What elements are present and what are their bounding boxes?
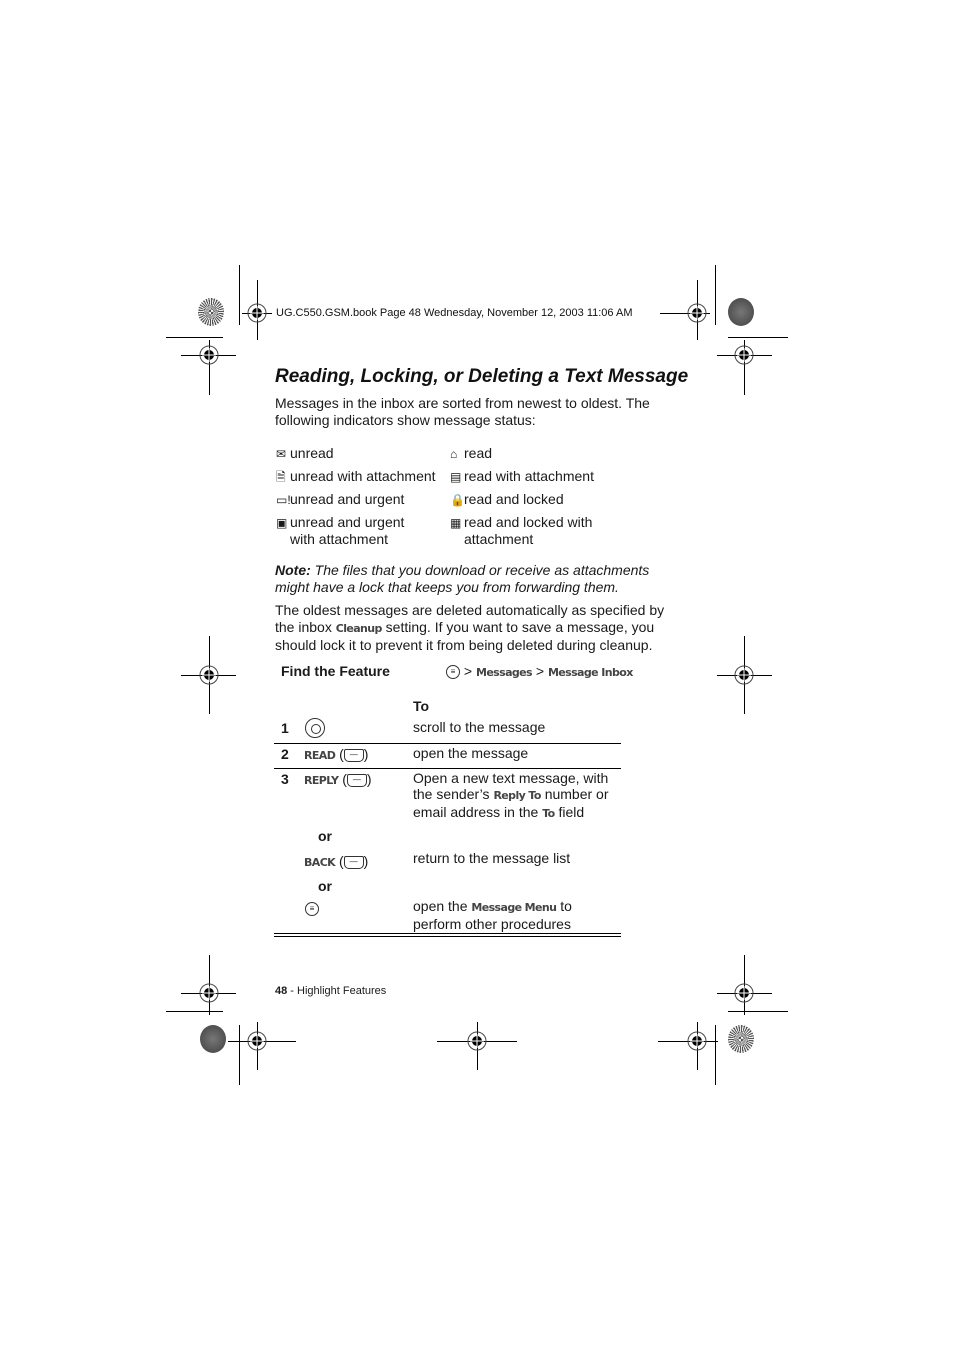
indicator-label: unread and urgent with attachment — [290, 514, 405, 547]
envelope-open-icon: ⌂ — [450, 447, 458, 461]
registration-mark-icon — [199, 665, 219, 685]
table-bottom-rule — [274, 933, 621, 934]
cleanup-keyword: Cleanup — [335, 621, 383, 635]
registration-mark-icon — [687, 303, 707, 323]
indicator-item: ✉ unread — [276, 445, 334, 463]
crop-line — [166, 337, 223, 338]
indicator-item: ▭!unread and urgent — [276, 491, 404, 509]
menu-key-icon: ≡ — [305, 902, 319, 917]
or-separator: or — [318, 878, 332, 894]
envelope-urgent-icon: ▭! — [276, 493, 291, 507]
indicator-item: 🗎 unread with attachment — [276, 468, 436, 486]
table-key: ≡ — [305, 900, 319, 917]
registration-mark-icon — [199, 983, 219, 1003]
column-header-to: To — [413, 698, 430, 714]
calibration-disc-icon — [728, 298, 754, 326]
step-action: scroll to the message — [413, 719, 546, 735]
registration-mark-icon — [199, 345, 219, 365]
softkey-icon: — — [343, 748, 364, 762]
menu-key-icon: ≡ — [446, 665, 460, 680]
read-key-label: READ — [304, 749, 336, 762]
indicator-label: unread — [290, 445, 334, 461]
to-keyword: To — [542, 807, 555, 820]
cleanup-paragraph: The oldest messages are deleted automati… — [275, 602, 670, 654]
indicator-label: read and locked with attachment — [464, 514, 593, 547]
indicator-label: read — [464, 445, 493, 461]
indicator-label: read with attachment — [464, 468, 594, 484]
message-menu-keyword: Message Menu — [471, 901, 557, 914]
page-footer: 48 - Highlight Features — [275, 985, 386, 997]
indicator-label: read and locked — [464, 491, 564, 507]
section-title: Reading, Locking, or Deleting a Text Mes… — [275, 366, 689, 387]
softkey-icon: — — [343, 855, 364, 869]
book-header: UG.C550.GSM.book Page 48 Wednesday, Nove… — [276, 307, 633, 319]
indicator-item: ▤ read with attachment — [450, 468, 594, 486]
step-action: Open a new text message, with the sender… — [413, 770, 613, 822]
footer-section: - Highlight Features — [287, 985, 387, 997]
indicator-item: ⌂ read — [450, 445, 492, 463]
indicator-item: ▣ unread and urgent with attachment — [276, 514, 430, 547]
action-text: field — [554, 804, 585, 820]
table-key: REPLY (—) — [304, 771, 372, 787]
envelope-closed-icon: ✉ — [276, 447, 287, 461]
step-number: 1 — [281, 720, 289, 736]
registration-mark-icon — [247, 1031, 267, 1051]
crop-line — [728, 1011, 788, 1012]
softkey-icon: — — [346, 773, 367, 787]
lock-icon: 🔒 — [450, 493, 465, 507]
page-number: 48 — [275, 985, 288, 997]
or-separator: or — [318, 828, 332, 844]
registration-mark-icon — [687, 1031, 707, 1051]
path-item-messages: Messages — [475, 666, 533, 679]
indicator-label: unread and urgent — [290, 491, 405, 507]
table-key: BACK (—) — [304, 853, 369, 869]
table-key: READ (—) — [304, 746, 369, 762]
envelope-urgent-attachment-icon: ▣ — [276, 516, 288, 530]
calibration-disc-icon — [728, 1025, 754, 1053]
find-feature-label: Find the Feature — [281, 663, 390, 679]
crop-line — [239, 265, 240, 325]
crop-line — [728, 337, 788, 338]
reply-to-keyword: Reply To — [493, 789, 541, 802]
row-divider — [274, 743, 621, 744]
crop-line — [715, 1025, 716, 1085]
note-text: The files that you download or receive a… — [275, 562, 650, 595]
intro-paragraph: Messages in the inbox are sorted from ne… — [275, 395, 650, 428]
indicator-item: 🔒read and locked — [450, 491, 564, 509]
indicator-item: ▦ read and locked with attachment — [450, 514, 594, 547]
envelope-attachment-icon: 🗎 — [276, 470, 286, 484]
crop-line — [166, 1011, 223, 1012]
calibration-disc-icon — [198, 298, 224, 326]
registration-mark-icon — [734, 665, 754, 685]
table-bottom-rule — [274, 936, 621, 937]
step-number: 2 — [281, 746, 289, 762]
table-key — [305, 718, 325, 738]
step-action: return to the message list — [413, 850, 571, 866]
path-separator: > — [535, 663, 545, 679]
find-feature-path: ≡ > Messages > Message Inbox — [446, 663, 633, 680]
registration-mark-icon — [247, 303, 267, 323]
step-action: open the message — [413, 745, 529, 761]
path-separator: > — [463, 663, 473, 679]
step-number: 3 — [281, 771, 289, 787]
registration-mark-icon — [467, 1031, 487, 1051]
crop-line — [715, 265, 716, 325]
nav-key-icon — [305, 718, 325, 738]
action-text: open the — [413, 898, 472, 914]
registration-mark-icon — [734, 983, 754, 1003]
calibration-disc-icon — [200, 1025, 226, 1053]
registration-mark-icon — [734, 345, 754, 365]
back-key-label: BACK — [304, 856, 336, 869]
crop-line — [239, 1025, 240, 1085]
row-divider — [274, 768, 621, 769]
lock-attachment-icon: ▦ — [450, 516, 462, 530]
indicator-label: unread with attachment — [290, 468, 436, 484]
open-attachment-icon: ▤ — [450, 470, 462, 484]
path-item-message-inbox: Message Inbox — [547, 666, 633, 679]
step-action: open the Message Menu to perform other p… — [413, 898, 613, 932]
reply-key-label: REPLY — [304, 774, 339, 787]
note-paragraph: Note: The files that you download or rec… — [275, 562, 670, 595]
note-label: Note: — [275, 562, 311, 578]
